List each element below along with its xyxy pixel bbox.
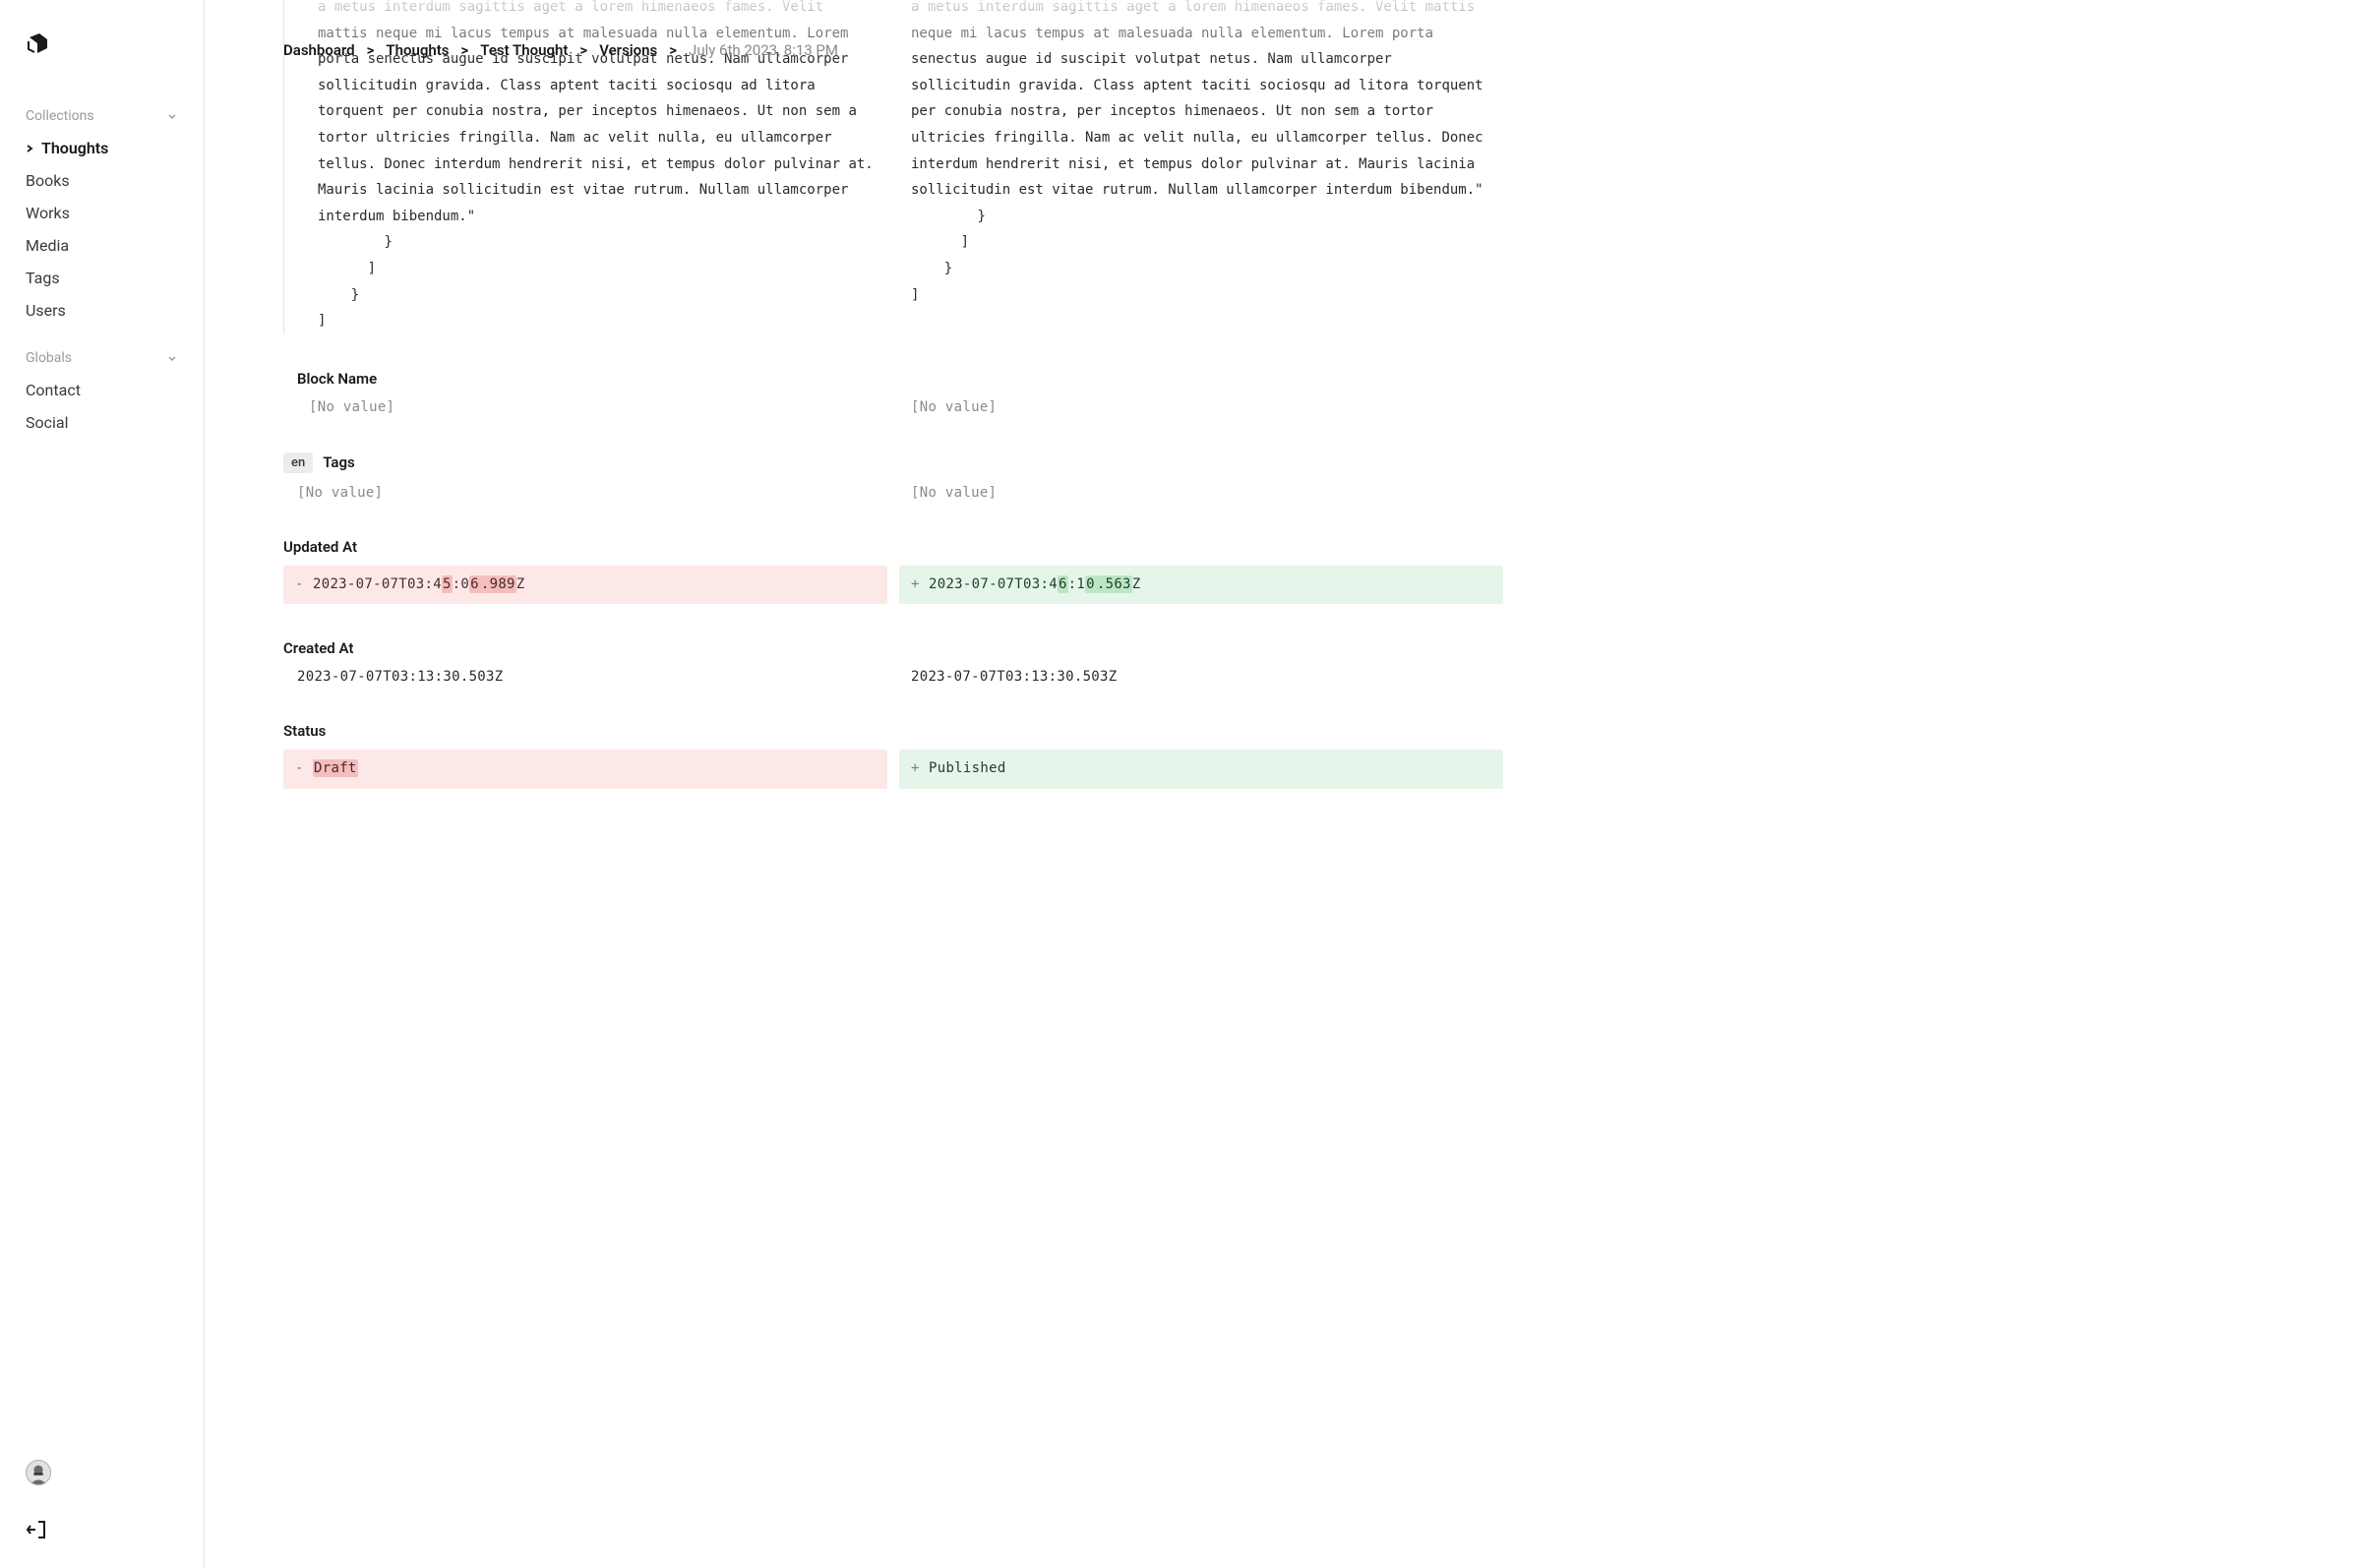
- nav-section-label: Globals: [26, 350, 72, 366]
- breadcrumb-versions[interactable]: Versions: [599, 41, 657, 59]
- nav: Collections Thoughts Books Works Media T…: [0, 59, 204, 1460]
- breadcrumb-current: July 6th 2023, 8:13 PM: [689, 41, 838, 59]
- updated-at-removed: -2023-07-07T03:45:06.989Z: [283, 566, 887, 605]
- field-label-block-name: Block Name: [283, 370, 1503, 388]
- breadcrumb-doc[interactable]: Test Thought: [480, 41, 568, 59]
- nav-section-label: Collections: [26, 108, 94, 124]
- breadcrumbs: Dashboard > Thoughts > Test Thought > Ve…: [283, 41, 2282, 59]
- field-label-status: Status: [283, 722, 1503, 740]
- nav-item-social[interactable]: Social: [0, 406, 204, 439]
- field-label-created-at: Created At: [283, 639, 1503, 657]
- field-label-updated-at: Updated At: [283, 538, 1503, 556]
- sidebar-bottom: [0, 1460, 204, 1568]
- chevron-right-icon: >: [579, 41, 587, 59]
- field-label-tags: Tags: [323, 453, 355, 471]
- main: a metus interdum sagittis aget a lorem h…: [205, 0, 2361, 1568]
- updated-at-added: +2023-07-07T03:46:10.563Z: [899, 566, 1503, 605]
- logo-wrap: [0, 0, 204, 59]
- breadcrumb-dashboard[interactable]: Dashboard: [283, 41, 355, 59]
- tags-right: [No value]: [899, 483, 1503, 503]
- payload-logo-icon[interactable]: [26, 31, 49, 55]
- nav-item-tags[interactable]: Tags: [0, 262, 204, 294]
- nav-item-media[interactable]: Media: [0, 229, 204, 262]
- nav-item-users[interactable]: Users: [0, 294, 204, 327]
- chevron-down-icon: [166, 110, 178, 122]
- created-at-right: 2023-07-07T03:13:30.503Z: [899, 667, 1503, 687]
- created-at-left: 2023-07-07T03:13:30.503Z: [283, 667, 887, 687]
- nav-section-collections[interactable]: Collections: [0, 100, 204, 132]
- nav-item-thoughts[interactable]: Thoughts: [0, 132, 204, 164]
- block-name-right: [No value]: [899, 397, 1503, 417]
- chevron-right-icon: >: [367, 41, 375, 59]
- nav-item-contact[interactable]: Contact: [0, 374, 204, 406]
- nav-section-globals[interactable]: Globals: [0, 342, 204, 374]
- block-name-left: [No value]: [283, 397, 887, 417]
- locale-badge: en: [283, 452, 313, 473]
- user-avatar[interactable]: [26, 1460, 51, 1485]
- status-removed: -Draft: [283, 750, 887, 789]
- status-added: +Published: [899, 750, 1503, 789]
- nav-item-books[interactable]: Books: [0, 164, 204, 197]
- nav-item-label: Thoughts: [41, 139, 108, 157]
- chevron-down-icon: [166, 352, 178, 364]
- chevron-right-icon: >: [669, 41, 677, 59]
- chevron-right-icon: >: [461, 41, 469, 59]
- tags-left: [No value]: [283, 483, 887, 503]
- nav-item-works[interactable]: Works: [0, 197, 204, 229]
- chevron-right-icon: [26, 145, 33, 152]
- sidebar: Collections Thoughts Books Works Media T…: [0, 0, 205, 1568]
- breadcrumb-thoughts[interactable]: Thoughts: [386, 41, 449, 59]
- logout-icon[interactable]: [26, 1519, 47, 1540]
